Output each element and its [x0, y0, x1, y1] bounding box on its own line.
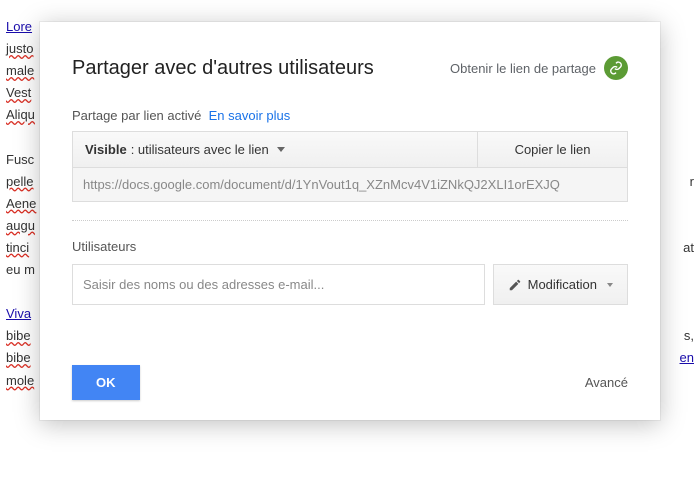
visible-label: Visible	[85, 142, 127, 157]
dialog-title: Partager avec d'autres utilisateurs	[72, 57, 374, 80]
visible-text: : utilisateurs avec le lien	[131, 142, 269, 157]
permission-label: Modification	[528, 277, 597, 292]
copy-link-button[interactable]: Copier le lien	[477, 132, 627, 167]
pencil-icon	[508, 278, 522, 292]
ok-button[interactable]: OK	[72, 365, 140, 400]
link-icon	[604, 56, 628, 80]
visibility-dropdown[interactable]: Visible : utilisateurs avec le lien	[73, 132, 477, 167]
users-section-label: Utilisateurs	[72, 239, 628, 254]
chevron-down-icon	[607, 283, 613, 287]
get-link-label: Obtenir le lien de partage	[450, 61, 596, 76]
get-shareable-link-button[interactable]: Obtenir le lien de partage	[450, 56, 628, 80]
share-dialog: Partager avec d'autres utilisateurs Obte…	[40, 22, 660, 420]
learn-more-link[interactable]: En savoir plus	[209, 108, 291, 123]
permission-dropdown[interactable]: Modification	[493, 264, 628, 305]
advanced-link[interactable]: Avancé	[585, 375, 628, 390]
chevron-down-icon	[277, 147, 285, 152]
people-input[interactable]	[72, 264, 485, 305]
link-sharing-status: Partage par lien activé En savoir plus	[72, 108, 628, 123]
divider	[72, 220, 628, 221]
share-url-field[interactable]: https://docs.google.com/document/d/1YnVo…	[72, 168, 628, 202]
